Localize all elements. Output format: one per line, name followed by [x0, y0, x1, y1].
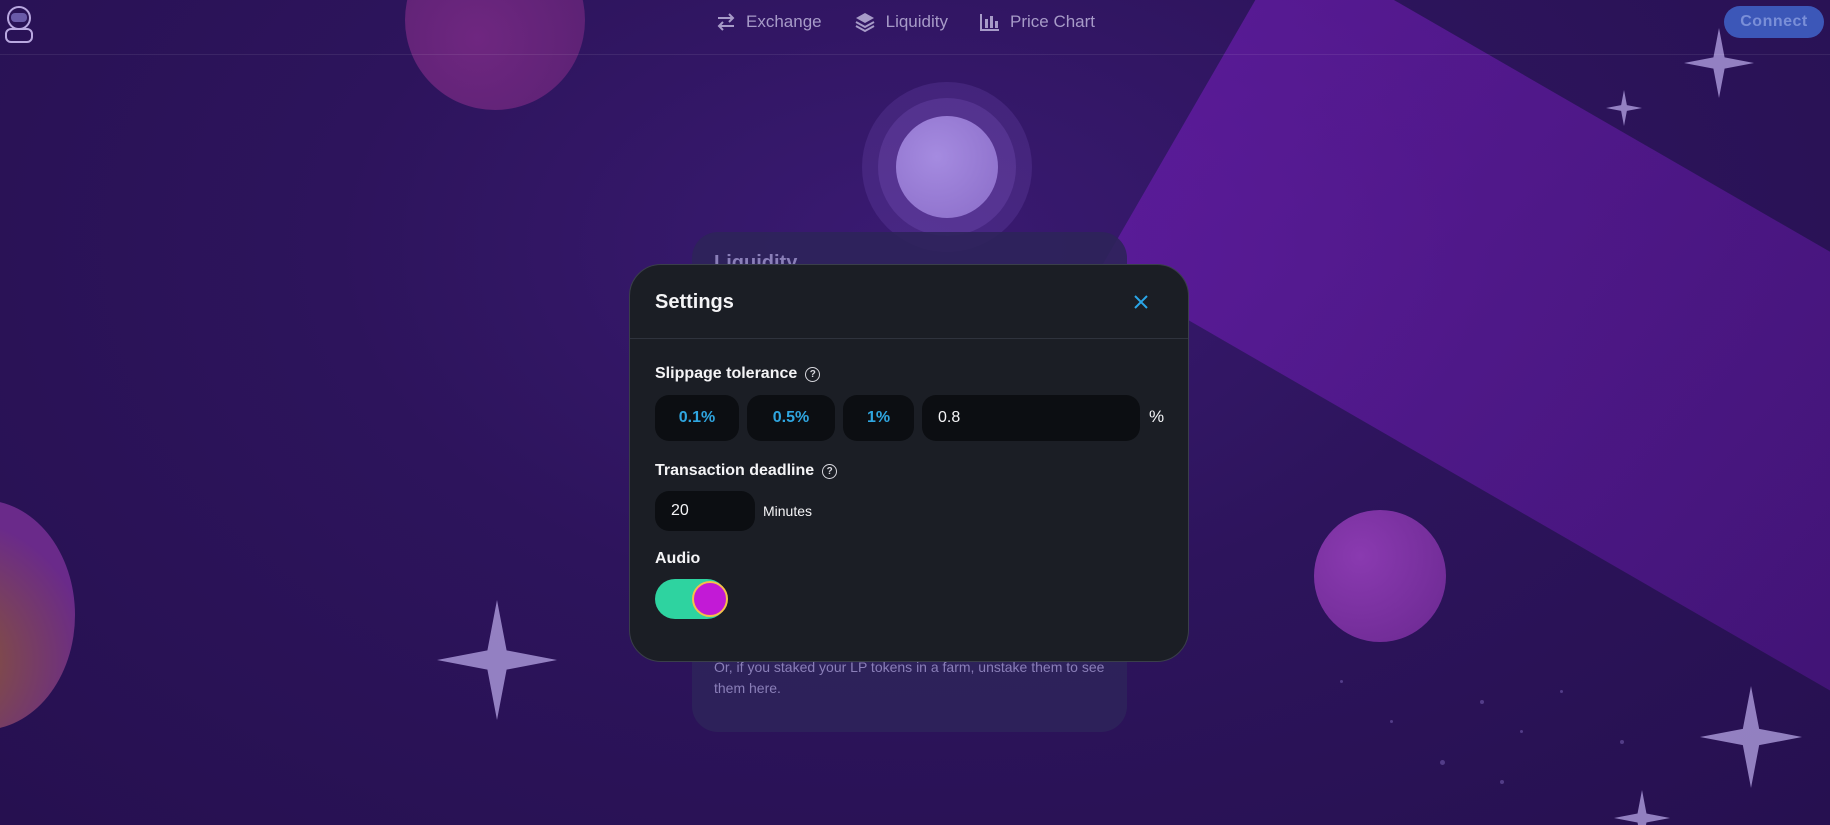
nav-item-label: Price Chart: [1010, 12, 1096, 31]
star-icon: [1606, 90, 1642, 126]
nav-item-label: Liquidity: [885, 12, 948, 31]
dust-particle: [1520, 730, 1523, 733]
planet-right: [1314, 510, 1446, 642]
star-icon: [1700, 686, 1802, 788]
slippage-option-0-1[interactable]: 0.1%: [655, 395, 739, 441]
settings-modal: Settings Slippage tolerance ? 0.1% 0.5% …: [629, 264, 1189, 662]
moon: [896, 116, 998, 218]
settings-modal-header: Settings: [630, 265, 1188, 339]
bar-chart-icon: [980, 14, 999, 31]
slippage-unit: %: [1149, 407, 1165, 426]
layers-icon: [855, 13, 875, 33]
star-icon: [437, 600, 557, 720]
dust-particle: [1390, 720, 1393, 723]
settings-title: Settings: [655, 291, 734, 313]
nav-item-exchange[interactable]: Exchange: [716, 12, 822, 32]
nebula-band: [1100, 0, 1830, 720]
astronaut-logo-icon[interactable]: [0, 2, 38, 44]
star-icon: [1614, 790, 1670, 825]
nav-item-liquidity[interactable]: Liquidity: [854, 11, 948, 33]
toggle-knob[interactable]: [692, 581, 728, 617]
help-icon[interactable]: ?: [822, 463, 838, 479]
nav-item-label: Exchange: [746, 12, 822, 31]
swap-icon: [717, 13, 735, 31]
deadline-input[interactable]: 20: [655, 491, 755, 531]
close-icon: [1134, 295, 1148, 309]
slippage-label-row: Slippage tolerance ?: [655, 365, 821, 383]
close-button[interactable]: [1130, 291, 1152, 313]
slippage-label: Slippage tolerance: [655, 365, 798, 382]
dust-particle: [1560, 690, 1563, 693]
slippage-option-1[interactable]: 1%: [843, 395, 914, 441]
audio-label: Audio: [655, 550, 701, 567]
dust-particle: [1440, 760, 1445, 765]
dust-particle: [1340, 680, 1343, 683]
top-navigation-bar: Exchange Liquidity Price Chart Connect: [0, 0, 1830, 55]
connect-button[interactable]: Connect: [1724, 6, 1824, 38]
planet-left: [0, 500, 75, 730]
slippage-custom-input[interactable]: 0.8: [922, 395, 1140, 441]
audio-toggle[interactable]: [655, 579, 728, 619]
main-nav: Exchange Liquidity Price Chart: [716, 0, 1127, 44]
nav-item-price-chart[interactable]: Price Chart: [980, 12, 1095, 32]
deadline-label-row: Transaction deadline ?: [655, 462, 838, 480]
liquidity-card-hint: Or, if you staked your LP tokens in a fa…: [714, 659, 1105, 696]
dust-particle: [1480, 700, 1484, 704]
audio-label-row: Audio: [655, 550, 700, 568]
deadline-label: Transaction deadline: [655, 462, 815, 479]
help-icon[interactable]: ?: [805, 366, 821, 382]
dust-particle: [1620, 740, 1624, 744]
slippage-option-0-5[interactable]: 0.5%: [747, 395, 835, 441]
deadline-unit: Minutes: [763, 503, 813, 519]
dust-particle: [1500, 780, 1504, 784]
